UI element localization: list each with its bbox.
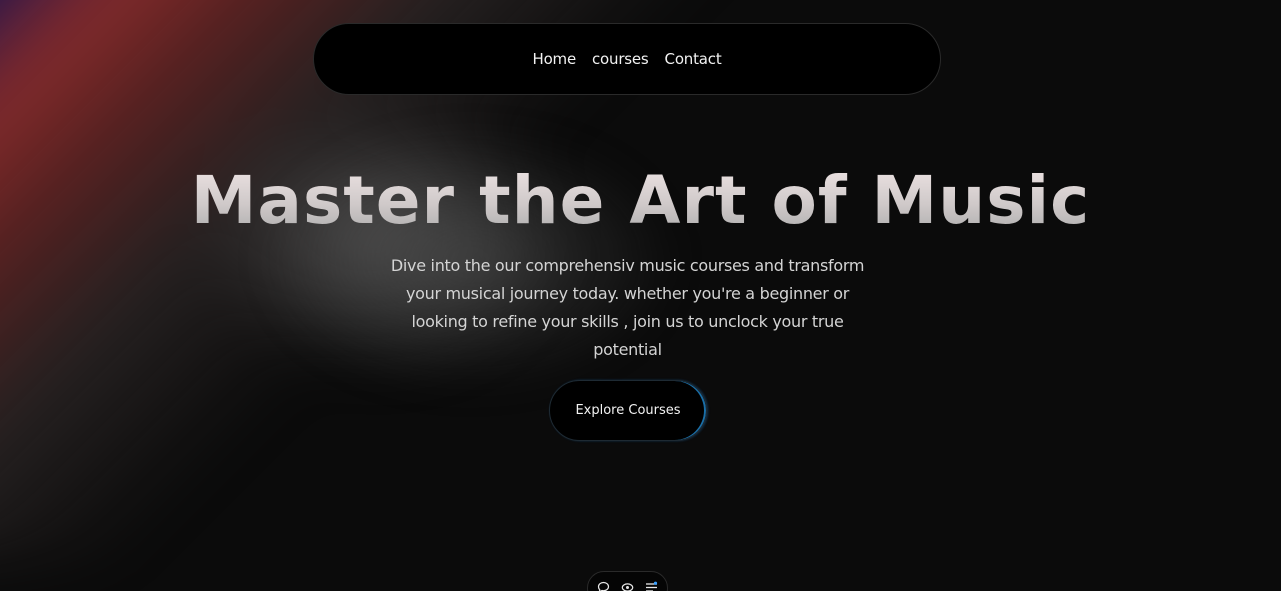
explore-courses-label: Explore Courses: [575, 403, 681, 418]
hero-subtitle: Dive into the our comprehensiv music cou…: [390, 256, 865, 359]
settings-sliders-icon[interactable]: [645, 580, 659, 591]
explore-courses-button[interactable]: Explore Courses: [549, 380, 707, 441]
eye-icon[interactable]: [621, 580, 635, 591]
page: Home courses Contact Master the Art of M…: [0, 0, 1281, 591]
top-navbar: Home courses Contact: [313, 23, 941, 95]
hero-title: Master the Art of Music: [0, 162, 1281, 239]
nav-link-courses[interactable]: courses: [592, 50, 649, 68]
nav-link-contact[interactable]: Contact: [665, 50, 722, 68]
chat-bubble-icon[interactable]: [597, 580, 611, 591]
floating-toolbar: [587, 571, 668, 591]
nav-link-home[interactable]: Home: [532, 50, 576, 68]
